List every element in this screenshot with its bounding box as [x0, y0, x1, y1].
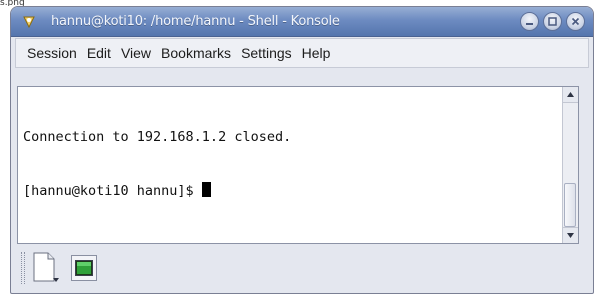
terminal-output: Connection to 192.168.1.2 closed. [hannu… — [23, 92, 556, 236]
menu-settings[interactable]: Settings — [236, 45, 297, 61]
menu-bar: Session Edit View Bookmarks Settings Hel… — [15, 38, 589, 68]
terminal-line: Connection to 192.168.1.2 closed. — [23, 129, 292, 145]
menu-help[interactable]: Help — [297, 45, 336, 61]
scroll-up-arrow-icon[interactable] — [563, 87, 578, 103]
close-icon[interactable] — [566, 12, 585, 31]
new-session-button[interactable] — [31, 251, 61, 285]
scroll-down-arrow-icon[interactable] — [563, 227, 578, 243]
menu-bookmarks[interactable]: Bookmarks — [156, 45, 236, 61]
menu-session[interactable]: Session — [22, 45, 82, 61]
window-controls — [520, 12, 585, 31]
toolbar-grip[interactable] — [21, 252, 25, 284]
window-title: hannu@koti10: /home/hannu - Shell - Kons… — [51, 14, 340, 29]
session-tab-bar — [17, 245, 587, 291]
session-tab[interactable] — [71, 255, 97, 281]
menu-view[interactable]: View — [116, 45, 156, 61]
maximize-icon[interactable] — [543, 12, 562, 31]
menu-edit[interactable]: Edit — [82, 45, 116, 61]
shell-prompt: [hannu@koti10 hannu]$ — [23, 183, 202, 199]
scrollbar-handle[interactable] — [564, 183, 576, 227]
konsole-app-icon[interactable] — [21, 14, 37, 30]
title-bar[interactable]: hannu@koti10: /home/hannu - Shell - Kons… — [11, 7, 593, 37]
vertical-scrollbar[interactable] — [562, 87, 578, 243]
terminal-area[interactable]: Connection to 192.168.1.2 closed. [hannu… — [17, 86, 579, 244]
terminal-session-icon — [75, 260, 93, 276]
text-cursor — [201, 182, 211, 197]
terminal-prompt-line: [hannu@koti10 hannu]$ — [23, 182, 556, 200]
minimize-icon[interactable] — [520, 12, 539, 31]
konsole-window: hannu@koti10: /home/hannu - Shell - Kons… — [10, 6, 594, 294]
new-session-icon — [33, 252, 59, 282]
